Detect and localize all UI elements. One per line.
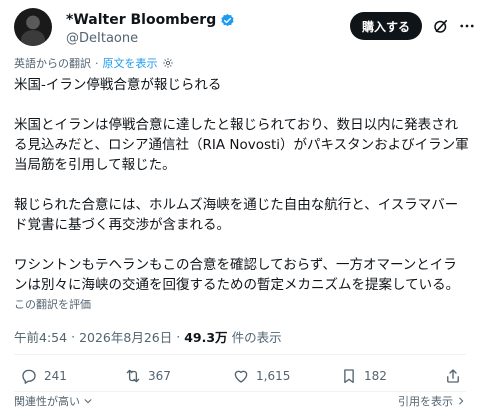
author-handle[interactable]: @DeItaone [66,30,235,48]
share-button[interactable] [444,367,462,385]
author-display-name-row[interactable]: *Walter Bloomberg [66,11,235,29]
chevron-right-icon [459,397,464,405]
rate-translation-link[interactable]: この翻訳を評価 [14,296,91,312]
bookmark-button[interactable]: 182 [340,367,387,385]
verified-badge-icon [221,13,234,26]
view-count[interactable]: 49.3万 [184,327,227,346]
translation-info: 英語からの翻訳 · 原文を表示 [14,55,174,71]
divider [14,391,466,392]
tweet-paragraph: 米国とイランは停戦合意に達したと報じられており、数日以内に発表される見込みだと、… [14,117,469,173]
show-original-link[interactable]: 原文を表示 [103,55,158,71]
quotes-label: 引用を表示 [398,395,453,408]
repost-button[interactable]: 367 [124,367,171,385]
divider [14,354,466,355]
sort-label: 関連性が高い [14,395,80,408]
separator: · [71,329,76,344]
bookmark-count: 182 [364,369,387,383]
tweet-meta: 午前4:54 · 2026年8月26日 · 49.3万 件の表示 [14,327,282,346]
more-horizontal-icon[interactable] [458,17,476,35]
tweet-header: *Walter Bloomberg @DeItaone 購入する [14,8,474,48]
view-quotes-link[interactable]: 引用を表示 [398,393,466,409]
avatar[interactable] [14,8,52,46]
chevron-down-icon [84,399,92,404]
repost-icon [126,369,140,383]
view-count-label: 件の表示 [231,330,282,345]
gear-icon[interactable] [162,57,174,69]
tweet-date[interactable]: 2026年8月26日 [79,327,172,346]
tweet-body: 米国-イラン停戦合意が報じられる 米国とイランは停戦合意に達したと報じられており… [14,75,470,295]
subscribe-button[interactable]: 購入する [350,12,422,40]
sort-replies-dropdown[interactable]: 関連性が高い [14,393,93,409]
grok-icon[interactable] [432,17,450,35]
tweet-title: 米国-イラン停戦合意が報じられる [14,77,222,93]
repost-count: 367 [148,369,171,383]
share-icon [447,369,459,383]
author-block: *Walter Bloomberg @DeItaone [66,9,235,48]
reply-icon [22,369,36,384]
bookmark-icon [344,369,354,384]
like-count: 1,615 [256,369,291,383]
replies-controls: 関連性が高い 引用を表示 [14,393,466,410]
separator: · [176,329,181,344]
translation-note: 英語からの翻訳 [14,57,91,70]
like-button[interactable]: 1,615 [232,367,290,385]
tweet-paragraph: ワシントンもテヘランもこの合意を確認しておらず、一方オマーンとイランは別々に海峡… [14,257,460,293]
reply-button[interactable]: 241 [20,367,67,385]
author-display-name[interactable]: *Walter Bloomberg [66,11,216,29]
tweet-paragraph: 報じられた合意には、ホルムズ海峡を通じた自由な航行と、イスラマバード覚書に基づく… [14,197,459,233]
reply-count: 241 [44,369,67,383]
separator: · [95,56,99,70]
heart-icon [234,370,248,383]
tweet-time[interactable]: 午前4:54 [14,327,67,346]
action-bar: 241 367 1,615 182 [14,359,466,395]
